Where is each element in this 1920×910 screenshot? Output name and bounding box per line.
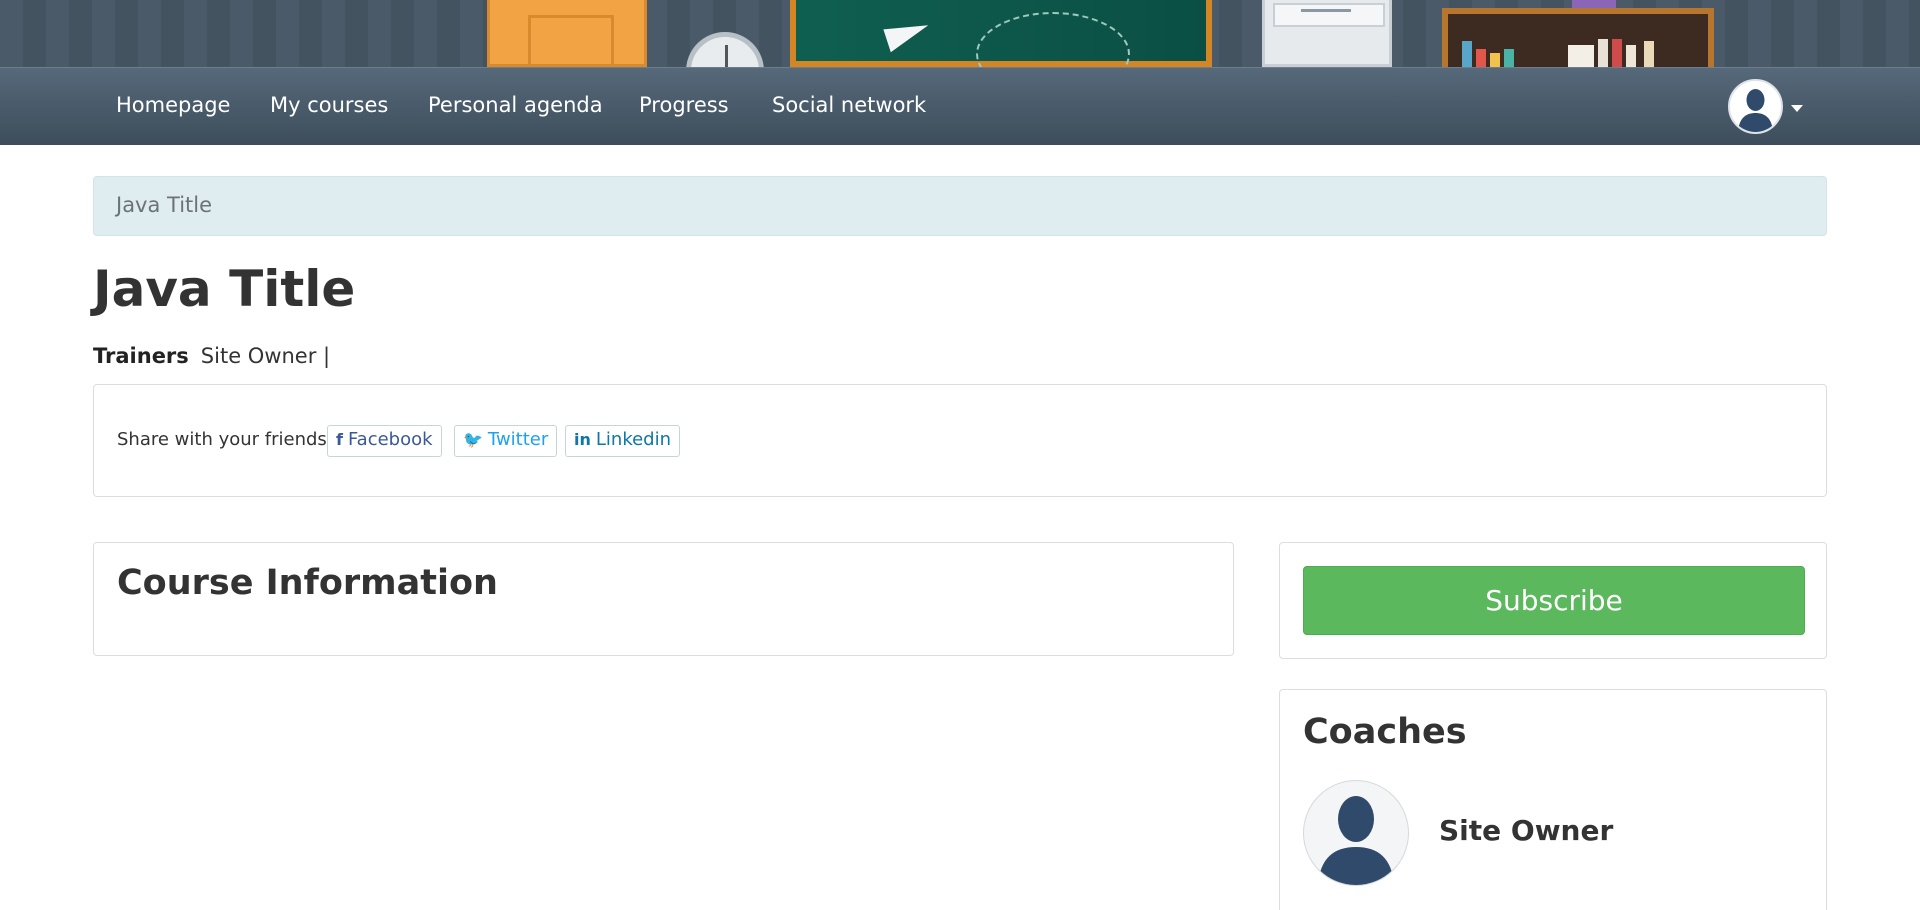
user-silhouette-icon <box>1738 89 1773 132</box>
door-illustration <box>487 0 647 67</box>
subscribe-panel: Subscribe <box>1279 542 1827 659</box>
clock-illustration <box>686 32 764 67</box>
course-information-panel: Course Information <box>93 542 1234 656</box>
main-navbar: Homepage My courses Personal agenda Prog… <box>0 67 1920 145</box>
paper-plane-icon <box>883 15 933 53</box>
caret-down-icon[interactable] <box>1791 105 1803 112</box>
nav-social-network[interactable]: Social network <box>772 93 926 117</box>
nav-progress[interactable]: Progress <box>639 93 729 117</box>
twitter-label: Twitter <box>487 429 549 450</box>
facebook-label: Facebook <box>347 429 433 450</box>
course-information-heading: Course Information <box>117 563 498 603</box>
user-silhouette-icon <box>1318 796 1394 885</box>
facebook-share-button[interactable]: f Facebook <box>327 425 442 457</box>
breadcrumb-current: Java Title <box>116 193 213 217</box>
linkedin-icon: in <box>574 430 591 449</box>
subscribe-button[interactable]: Subscribe <box>1303 566 1805 635</box>
coaches-heading: Coaches <box>1303 712 1467 752</box>
coaches-panel: Coaches Site Owner <box>1279 689 1827 910</box>
twitter-share-button[interactable]: 🐦 Twitter <box>454 425 558 457</box>
trainers-value[interactable]: Site Owner | <box>201 344 330 368</box>
cabinet-illustration <box>1262 0 1392 67</box>
nav-homepage[interactable]: Homepage <box>116 93 230 117</box>
nav-my-courses[interactable]: My courses <box>270 93 388 117</box>
bookshelf-illustration <box>1442 8 1714 67</box>
user-avatar-icon[interactable] <box>1728 79 1783 134</box>
share-panel: Share with your friends f Facebook 🐦 Twitt… <box>93 384 1827 497</box>
linkedin-share-button[interactable]: in Linkedin <box>565 425 681 457</box>
trainers-label: Trainers <box>93 344 189 368</box>
page: Homepage My courses Personal agenda Prog… <box>0 0 1920 910</box>
facebook-icon: f <box>336 430 343 449</box>
header-banner <box>0 0 1920 67</box>
breadcrumb: Java Title <box>93 176 1827 236</box>
plant-pot-illustration <box>1572 0 1616 8</box>
coach-avatar[interactable] <box>1303 780 1409 886</box>
twitter-icon: 🐦 <box>463 430 483 449</box>
nav-personal-agenda[interactable]: Personal agenda <box>428 93 603 117</box>
linkedin-label: Linkedin <box>595 429 672 450</box>
share-label: Share with your friends <box>117 429 327 450</box>
trainers-line: Trainers Site Owner | <box>93 344 330 368</box>
coach-name[interactable]: Site Owner <box>1439 814 1613 847</box>
page-title: Java Title <box>93 260 356 318</box>
chalkboard-illustration <box>790 0 1212 67</box>
